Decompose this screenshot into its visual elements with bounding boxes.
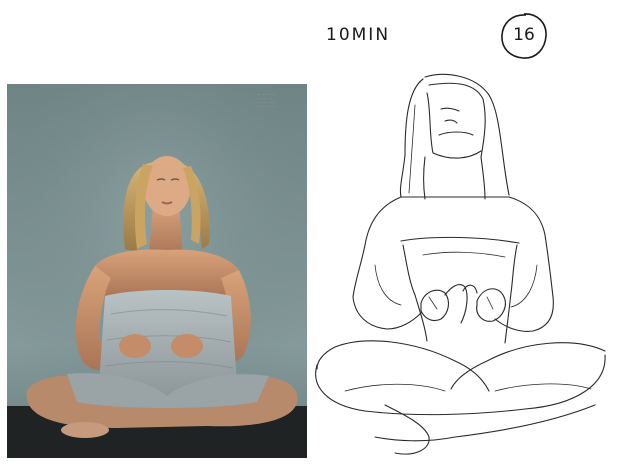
sketch-lines xyxy=(315,73,606,455)
photo-caption: ··· ···· ·· ···· ·· ······ ··· ···· ·· ·… xyxy=(257,92,305,108)
figure-sketch xyxy=(305,65,617,465)
caption-line: ··· ···· ····· ·· xyxy=(257,104,277,108)
sketch-number: 16 xyxy=(513,25,535,45)
sketch-number-badge: 16 xyxy=(499,11,549,61)
reference-photo: ··· ···· ·· ···· ·· ······ ··· ···· ·· ·… xyxy=(7,84,307,458)
meditating-woman-illustration xyxy=(7,84,307,458)
duration-label: 10MIN xyxy=(326,25,391,45)
